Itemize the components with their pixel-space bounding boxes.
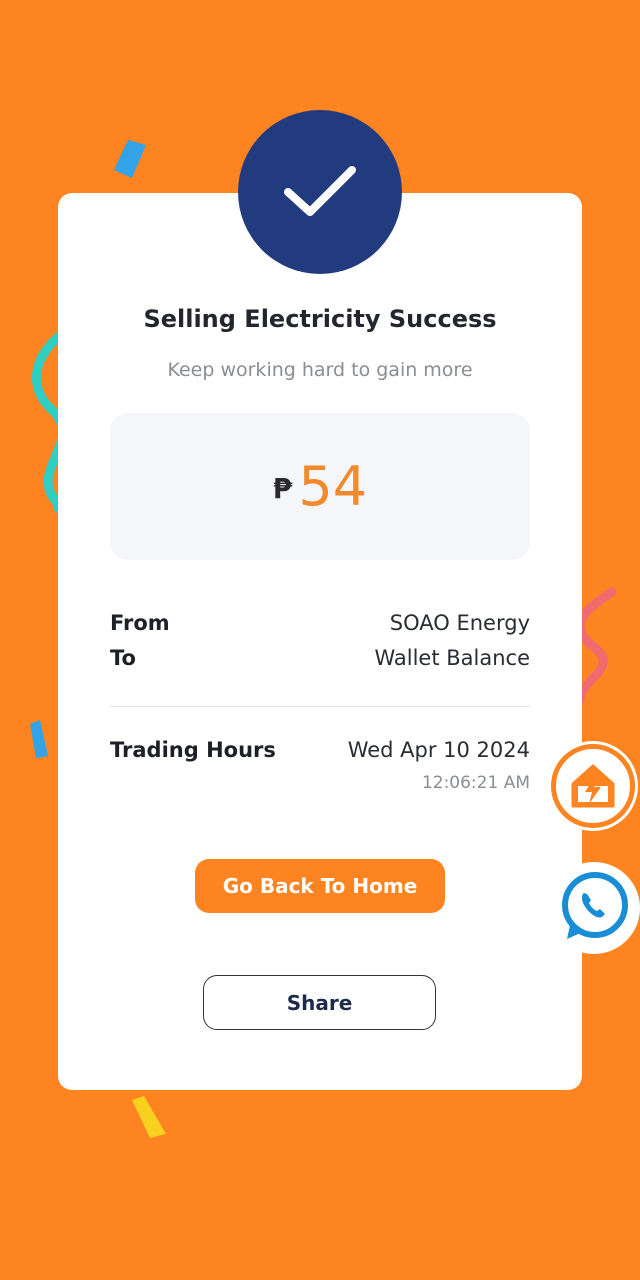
floating-home-button[interactable] — [551, 744, 635, 828]
home-lightning-icon — [571, 764, 615, 808]
confetti-streamer-pink — [575, 587, 617, 705]
whatsapp-icon — [562, 872, 628, 939]
share-button[interactable]: Share — [203, 975, 436, 1030]
divider — [110, 706, 530, 707]
checkmark-icon — [284, 166, 356, 216]
floating-whatsapp-button[interactable] — [548, 862, 640, 954]
confetti-piece-blue-small — [30, 720, 48, 758]
trading-hours-row: Trading Hours Wed Apr 10 2024 — [110, 738, 530, 762]
confetti-piece-blue — [114, 140, 146, 178]
page-title: Selling Electricity Success — [143, 305, 497, 333]
trading-time: 12:06:21 AM — [421, 773, 530, 793]
from-label: From — [110, 611, 170, 635]
from-value: SOAO Energy — [389, 611, 530, 635]
success-card: Selling Electricity Success Keep working… — [58, 193, 582, 1090]
to-label: To — [110, 646, 136, 670]
trading-hours-label: Trading Hours — [110, 738, 276, 762]
trading-date: Wed Apr 10 2024 — [347, 738, 530, 762]
to-row: To Wallet Balance — [110, 646, 530, 670]
from-row: From SOAO Energy — [110, 611, 530, 635]
success-check-badge — [238, 110, 402, 274]
page-subtitle: Keep working hard to gain more — [167, 359, 473, 381]
confetti-piece-yellow — [132, 1096, 166, 1138]
amount-box: ₱ 54 — [110, 413, 530, 560]
to-value: Wallet Balance — [374, 646, 530, 670]
go-back-home-button[interactable]: Go Back To Home — [195, 859, 445, 913]
currency-symbol: ₱ — [272, 472, 293, 505]
amount-value: 54 — [298, 454, 368, 518]
